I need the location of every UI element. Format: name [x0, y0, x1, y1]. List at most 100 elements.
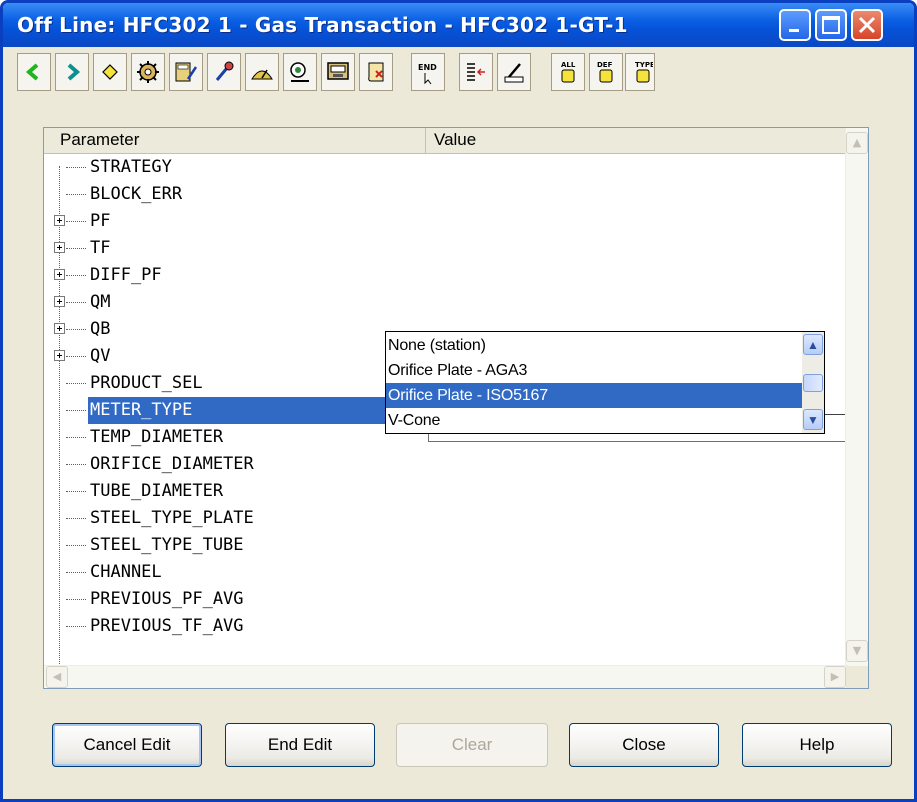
clear-button[interactable]: Clear: [396, 723, 548, 767]
previous-green-arrow-icon: [25, 63, 39, 81]
write-button[interactable]: [497, 53, 531, 91]
gas-transaction-window: Off Line: HFC302 1 - Gas Transaction - H…: [0, 0, 917, 802]
tree-row[interactable]: TUBE_DIAMETER: [44, 478, 834, 505]
gears-button[interactable]: [131, 53, 165, 91]
tree-row[interactable]: PF: [44, 208, 834, 235]
tree-row[interactable]: PREVIOUS_PF_AVG: [44, 586, 834, 613]
close-window-button[interactable]: [851, 9, 883, 41]
all-block-icon: ALL: [561, 61, 576, 83]
diamond-icon: [102, 64, 118, 80]
minimize-icon: [789, 29, 799, 32]
scroll-left-button[interactable]: ◀: [46, 666, 68, 688]
tree-branch-line: [66, 545, 86, 546]
scrollbar-corner: [846, 666, 868, 688]
monitor-icon: [327, 62, 349, 80]
end-edit-button[interactable]: End Edit: [225, 723, 375, 767]
next-button[interactable]: [55, 53, 89, 91]
parameter-column-header[interactable]: Parameter: [44, 128, 426, 154]
tree-row[interactable]: DIFF_PF: [44, 262, 834, 289]
parameter-label: TF: [90, 238, 111, 258]
def-block-icon: DEF: [597, 61, 613, 83]
tree-branch-line: [66, 275, 86, 276]
meter-type-dropdown[interactable]: None (station) Orifice Plate - AGA3 Orific…: [385, 331, 825, 434]
diamond-button[interactable]: [93, 53, 127, 91]
dropdown-option[interactable]: Orifice Plate - ISO5167: [386, 383, 804, 408]
end-edit-toolbar-button[interactable]: END: [411, 53, 445, 91]
parameter-label: QV: [90, 346, 111, 366]
parameter-label: QB: [90, 319, 111, 339]
calculator-button[interactable]: [169, 53, 203, 91]
dropdown-scroll-thumb[interactable]: [803, 374, 823, 392]
expand-plus-icon[interactable]: [54, 350, 65, 361]
scroll-icon: [368, 62, 384, 82]
expand-plus-icon[interactable]: [54, 296, 65, 307]
svg-text:ALL: ALL: [561, 61, 576, 69]
satellite-dish-icon: [290, 62, 309, 82]
tree-branch-line: [66, 599, 86, 600]
vertical-scrollbar[interactable]: ▲ ▼: [845, 128, 868, 668]
tree-row[interactable]: QM: [44, 289, 834, 316]
monitor-button[interactable]: [321, 53, 355, 91]
value-column-header[interactable]: Value: [426, 128, 858, 154]
parameter-label: STEEL_TYPE_PLATE: [90, 508, 254, 528]
gears-icon: [137, 61, 159, 83]
parameter-label: PREVIOUS_TF_AVG: [90, 616, 244, 636]
expand-plus-icon[interactable]: [54, 215, 65, 226]
scroll-down-button[interactable]: ▼: [846, 640, 868, 662]
tree-row[interactable]: STEEL_TYPE_PLATE: [44, 505, 834, 532]
toolbar: END ALL DEF TYPE: [3, 47, 914, 97]
tree-branch-line: [66, 248, 86, 249]
parameter-label: CHANNEL: [90, 562, 162, 582]
svg-text:TYPE: TYPE: [635, 61, 653, 69]
expand-plus-icon[interactable]: [54, 242, 65, 253]
cancel-edit-button[interactable]: Cancel Edit: [52, 723, 202, 767]
tree-row[interactable]: STRATEGY: [44, 154, 834, 181]
help-button[interactable]: Help: [742, 723, 892, 767]
title-bar[interactable]: Off Line: HFC302 1 - Gas Transaction - H…: [3, 3, 914, 47]
tree-row[interactable]: ORIFICE_DIAMETER: [44, 451, 834, 478]
expand-plus-icon[interactable]: [54, 323, 65, 334]
probe-icon: [215, 61, 234, 81]
all-button[interactable]: ALL: [551, 53, 585, 91]
parameter-label: BLOCK_ERR: [90, 184, 183, 204]
write-pen-icon: [504, 63, 524, 83]
scroll-right-button[interactable]: ▶: [824, 666, 846, 688]
gauge-icon: [251, 69, 273, 80]
tree-branch-line: [66, 464, 86, 465]
list-arrow-icon: [467, 63, 485, 81]
satellite-button[interactable]: [283, 53, 317, 91]
dropdown-option[interactable]: Orifice Plate - AGA3: [386, 358, 804, 383]
tree-row[interactable]: BLOCK_ERR: [44, 181, 834, 208]
dropdown-scrollbar[interactable]: ▲ ▼: [802, 332, 824, 433]
tree-row[interactable]: STEEL_TYPE_TUBE: [44, 532, 834, 559]
tree-branch-line: [66, 491, 86, 492]
tree-row[interactable]: PREVIOUS_TF_AVG: [44, 613, 834, 640]
expand-plus-icon[interactable]: [54, 269, 65, 280]
tree-branch-line: [66, 518, 86, 519]
gauge-button[interactable]: [245, 53, 279, 91]
scroll-up-button[interactable]: ▲: [846, 132, 868, 154]
close-button[interactable]: Close: [569, 723, 719, 767]
tree-row[interactable]: TF: [44, 235, 834, 262]
dropdown-scroll-down-button[interactable]: ▼: [803, 409, 823, 430]
tree-branch-line: [66, 167, 86, 168]
tree-row[interactable]: CHANNEL: [44, 559, 834, 586]
scroll-button[interactable]: [359, 53, 393, 91]
dropdown-scroll-up-button[interactable]: ▲: [803, 334, 823, 355]
tree-branch-line: [66, 194, 86, 195]
maximize-button[interactable]: [815, 9, 847, 41]
list-arrow-button[interactable]: [459, 53, 493, 91]
previous-button[interactable]: [17, 53, 51, 91]
def-button[interactable]: DEF: [589, 53, 623, 91]
tree-branch-line: [66, 329, 86, 330]
dropdown-option[interactable]: V-Cone: [386, 408, 804, 433]
horizontal-scrollbar[interactable]: ◀ ▶: [44, 665, 848, 688]
type-button[interactable]: TYPE: [625, 53, 655, 91]
dropdown-option[interactable]: None (station): [386, 333, 804, 358]
minimize-button[interactable]: [779, 9, 811, 41]
parameter-label: METER_TYPE: [88, 397, 426, 424]
parameter-label: ORIFICE_DIAMETER: [90, 454, 254, 474]
probe-button[interactable]: [207, 53, 241, 91]
parameter-label: PREVIOUS_PF_AVG: [90, 589, 244, 609]
tree-branch-line: [66, 383, 86, 384]
